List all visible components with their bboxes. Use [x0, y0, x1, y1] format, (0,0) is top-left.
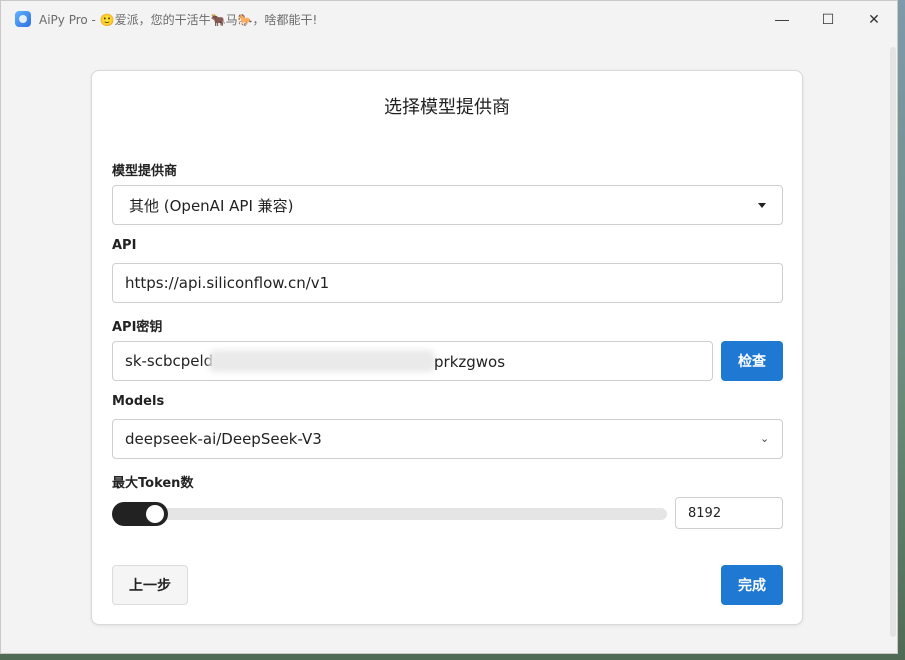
provider-select-value: 其他 (OpenAI API 兼容) — [129, 196, 294, 215]
app-logo-icon — [15, 11, 31, 27]
scrollbar-thumb[interactable] — [890, 47, 896, 637]
maximize-button[interactable]: ☐ — [805, 1, 851, 37]
provider-select[interactable]: 其他 (OpenAI API 兼容) — [112, 185, 783, 225]
caret-down-icon — [758, 203, 766, 208]
model-select-value: deepseek-ai/DeepSeek-V3 — [125, 430, 322, 448]
api-key-input[interactable]: sk-scbcpeld prkzgwos — [112, 341, 713, 381]
page-title: 选择模型提供商 — [384, 97, 510, 118]
models-label: Models — [112, 394, 165, 409]
max-tokens-label: 最大Token数 — [112, 476, 194, 491]
api-key-value-end: prkzgwos — [434, 353, 506, 371]
provider-setup-card: 选择模型提供商 模型提供商 其他 (OpenAI API 兼容) API htt… — [91, 70, 803, 625]
finish-button[interactable]: 完成 — [721, 565, 783, 605]
max-tokens-value: 8192 — [688, 505, 722, 521]
api-label: API — [112, 238, 137, 253]
app-window: AiPy Pro - 🙂爱派，您的干活牛🐂马🐎，啥都能干! — ☐ ✕ 选择模型… — [0, 0, 898, 654]
slider-handle[interactable] — [146, 505, 164, 523]
max-tokens-input[interactable]: 8192 — [675, 497, 783, 529]
redaction-blur — [209, 350, 435, 372]
api-key-label: API密钥 — [112, 320, 163, 335]
window-title: AiPy Pro - 🙂爱派，您的干活牛🐂马🐎，啥都能干! — [39, 12, 318, 27]
close-button[interactable]: ✕ — [851, 1, 897, 37]
minimize-button[interactable]: — — [759, 1, 805, 37]
chevron-down-icon: ⌄ — [760, 432, 770, 445]
model-select[interactable]: deepseek-ai/DeepSeek-V3 ⌄ — [112, 419, 783, 459]
max-tokens-slider[interactable] — [112, 502, 667, 526]
provider-label: 模型提供商 — [112, 164, 178, 179]
check-key-button[interactable]: 检查 — [721, 341, 783, 381]
api-url-value: https://api.siliconflow.cn/v1 — [125, 274, 330, 292]
vertical-scrollbar[interactable] — [889, 37, 897, 653]
window-controls: — ☐ ✕ — [759, 1, 897, 37]
back-button[interactable]: 上一步 — [112, 565, 188, 605]
main-content: 选择模型提供商 模型提供商 其他 (OpenAI API 兼容) API htt… — [1, 37, 889, 653]
title-bar: AiPy Pro - 🙂爱派，您的干活牛🐂马🐎，啥都能干! — ☐ ✕ — [1, 1, 897, 37]
api-url-input[interactable]: https://api.siliconflow.cn/v1 — [112, 263, 783, 303]
api-key-value-start: sk-scbcpeld — [125, 352, 214, 370]
